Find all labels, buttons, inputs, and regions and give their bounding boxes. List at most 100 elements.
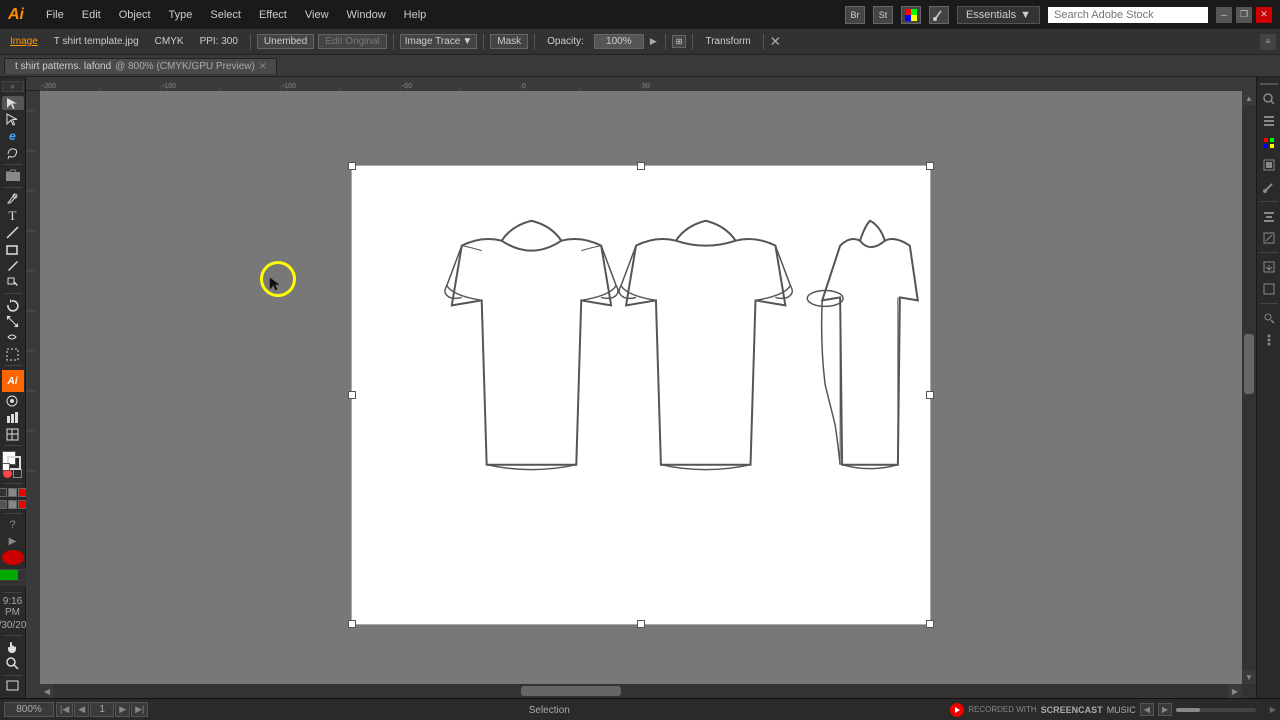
document-tab-active[interactable]: t shirt patterns. lafond @ 800% (CMYK/GP… bbox=[4, 58, 277, 74]
symbol-sprayer-tool[interactable] bbox=[2, 394, 24, 408]
align-panel-btn[interactable] bbox=[1259, 206, 1279, 226]
swap-icon[interactable] bbox=[2, 463, 10, 471]
menu-edit[interactable]: Edit bbox=[74, 7, 109, 23]
handle-bc[interactable] bbox=[637, 620, 645, 628]
menu-view[interactable]: View bbox=[297, 7, 337, 23]
artboard-tool[interactable] bbox=[2, 168, 24, 182]
next-page-btn[interactable]: ▶ bbox=[115, 702, 130, 717]
scroll-down-button[interactable]: ▼ bbox=[1242, 670, 1256, 684]
handle-mr[interactable] bbox=[926, 391, 934, 399]
prev-page-btn[interactable]: ◀ bbox=[74, 702, 89, 717]
zoom-tool[interactable] bbox=[2, 657, 24, 671]
graph-tool[interactable] bbox=[2, 410, 24, 424]
swatch-black[interactable] bbox=[0, 488, 7, 497]
unembed-button[interactable]: Unembed bbox=[257, 34, 314, 49]
swatch-dark[interactable] bbox=[0, 500, 7, 509]
paint-bucket-tool[interactable] bbox=[2, 275, 24, 289]
magic-wand-tool[interactable]: e bbox=[2, 129, 24, 143]
color-mode-none[interactable] bbox=[13, 469, 22, 478]
transform-panel-btn[interactable] bbox=[1259, 228, 1279, 248]
restore-button[interactable]: ❐ bbox=[1236, 7, 1252, 23]
free-transform-tool[interactable] bbox=[2, 347, 24, 361]
help-button[interactable]: ? bbox=[2, 518, 24, 532]
line-tool[interactable] bbox=[2, 226, 24, 240]
handle-bl[interactable] bbox=[348, 620, 356, 628]
rotate-tool[interactable] bbox=[2, 298, 24, 312]
handle-tc[interactable] bbox=[637, 162, 645, 170]
rectangle-tool[interactable] bbox=[2, 242, 24, 256]
playback-progress[interactable] bbox=[1176, 708, 1256, 712]
stock-search-input[interactable] bbox=[1048, 7, 1208, 23]
scrollbar-thumb-h[interactable] bbox=[521, 686, 621, 696]
brushes-panel-btn[interactable] bbox=[1259, 177, 1279, 197]
scroll-left-button[interactable]: ◀ bbox=[40, 684, 54, 698]
type-tool[interactable]: T bbox=[2, 208, 24, 224]
menu-object[interactable]: Object bbox=[111, 7, 159, 23]
handle-tl[interactable] bbox=[348, 162, 356, 170]
warp-tool[interactable] bbox=[2, 331, 24, 345]
direct-selection-tool[interactable] bbox=[2, 112, 24, 126]
stock-button[interactable]: St bbox=[873, 6, 893, 24]
first-page-btn[interactable]: |◀ bbox=[56, 702, 73, 717]
scroll-right-button[interactable]: ▶ bbox=[1228, 684, 1242, 698]
doc-tab-close[interactable]: ✕ bbox=[259, 61, 267, 72]
slice-tool[interactable] bbox=[2, 427, 24, 441]
align-button[interactable]: ⊞ bbox=[672, 35, 687, 48]
playback-next[interactable]: ▶ bbox=[1158, 703, 1172, 716]
bottom-collapse[interactable]: ▶ bbox=[1266, 705, 1280, 714]
scrollbar-vertical[interactable]: ▲ ▼ bbox=[1242, 91, 1256, 698]
expand-toolbar[interactable]: ▶ bbox=[2, 534, 24, 548]
menu-help[interactable]: Help bbox=[396, 7, 435, 23]
pen-tool[interactable] bbox=[2, 191, 24, 205]
color-panel-btn[interactable] bbox=[1259, 133, 1279, 153]
canvas-area[interactable]: -200 -150 -100 -50 0 50 bbox=[26, 77, 1256, 698]
artboard-panel-button[interactable] bbox=[2, 680, 24, 694]
swatch-gray[interactable] bbox=[8, 488, 17, 497]
fill-stroke-swatches[interactable] bbox=[2, 451, 24, 465]
edit-original-button[interactable]: Edit Original bbox=[318, 34, 386, 49]
more-options-button[interactable]: ✕ bbox=[770, 34, 781, 50]
menu-effect[interactable]: Effect bbox=[251, 7, 295, 23]
swatch-med[interactable] bbox=[8, 500, 17, 509]
image-label[interactable]: Image bbox=[4, 34, 44, 49]
handle-ml[interactable] bbox=[348, 391, 356, 399]
transform-label[interactable]: Transform bbox=[699, 34, 756, 49]
mask-button[interactable]: Mask bbox=[490, 34, 528, 49]
handle-br[interactable] bbox=[926, 620, 934, 628]
panel-options-button[interactable]: ≡ bbox=[1260, 34, 1276, 50]
collapse-right-panel[interactable] bbox=[1259, 279, 1279, 299]
swatches-panel-btn[interactable] bbox=[1259, 155, 1279, 175]
zoom-input[interactable] bbox=[4, 702, 54, 717]
scrollbar-thumb-v[interactable] bbox=[1244, 334, 1254, 394]
paintbrush-icon-btn[interactable] bbox=[929, 6, 949, 24]
workspace-selector[interactable]: Essentials ▼ bbox=[957, 6, 1040, 24]
selection-tool[interactable] bbox=[2, 96, 24, 110]
scale-tool[interactable] bbox=[2, 314, 24, 328]
lasso-tool[interactable] bbox=[2, 145, 24, 159]
bridge-button[interactable]: Br bbox=[845, 6, 865, 24]
menu-file[interactable]: File bbox=[38, 7, 72, 23]
more-panel-btn[interactable] bbox=[1259, 330, 1279, 350]
menu-window[interactable]: Window bbox=[339, 7, 394, 23]
last-page-btn[interactable]: ▶| bbox=[131, 702, 148, 717]
color-mode-button[interactable] bbox=[901, 6, 921, 24]
libraries-btn[interactable] bbox=[1259, 111, 1279, 131]
close-button[interactable]: ✕ bbox=[1256, 7, 1272, 23]
minimize-button[interactable]: ─ bbox=[1216, 7, 1232, 23]
opacity-input[interactable] bbox=[594, 34, 644, 49]
menu-type[interactable]: Type bbox=[161, 7, 201, 23]
pencil-tool[interactable] bbox=[2, 258, 24, 272]
handle-tr[interactable] bbox=[926, 162, 934, 170]
expand-right-panel[interactable] bbox=[1259, 257, 1279, 277]
scrollbar-horizontal[interactable]: ◀ ▶ bbox=[40, 684, 1242, 698]
opacity-arrow[interactable]: ▶ bbox=[648, 36, 659, 47]
hand-tool[interactable] bbox=[2, 640, 24, 654]
scroll-up-button[interactable]: ▲ bbox=[1242, 91, 1256, 105]
search-panel-btn[interactable] bbox=[1259, 89, 1279, 109]
zoom-panel-btn[interactable] bbox=[1259, 308, 1279, 328]
playback-prev[interactable]: ◀ bbox=[1140, 703, 1154, 716]
toolbar-collapse[interactable]: « bbox=[2, 81, 24, 92]
page-number-input[interactable] bbox=[90, 702, 114, 717]
image-trace-dropdown[interactable]: Image Trace ▼ bbox=[400, 34, 478, 49]
menu-select[interactable]: Select bbox=[202, 7, 249, 23]
